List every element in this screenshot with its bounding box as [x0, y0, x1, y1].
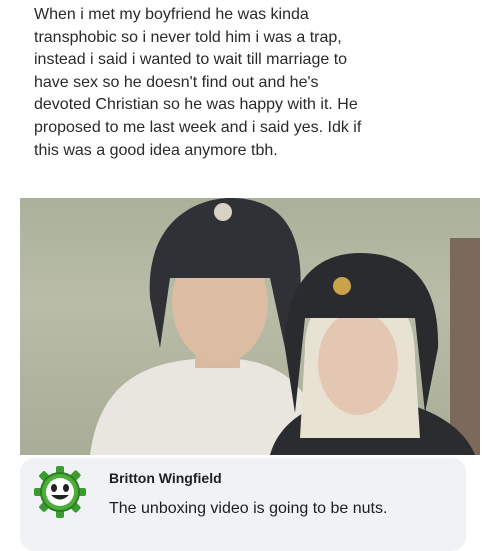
man-hat-badge [214, 203, 232, 221]
comment-text: The unboxing video is going to be nuts. [109, 500, 388, 517]
woman-face [318, 311, 398, 415]
post-photo[interactable] [20, 198, 480, 455]
comment-author[interactable]: Britton Wingfield [109, 470, 222, 486]
couple-photo-illustration [90, 198, 480, 455]
door-frame [450, 238, 480, 455]
avatar[interactable] [34, 466, 86, 518]
smiling-gear-icon [34, 466, 86, 518]
woman-hat-badge [333, 277, 351, 295]
post-text: When i met my boyfriend he was kinda tra… [34, 6, 362, 159]
